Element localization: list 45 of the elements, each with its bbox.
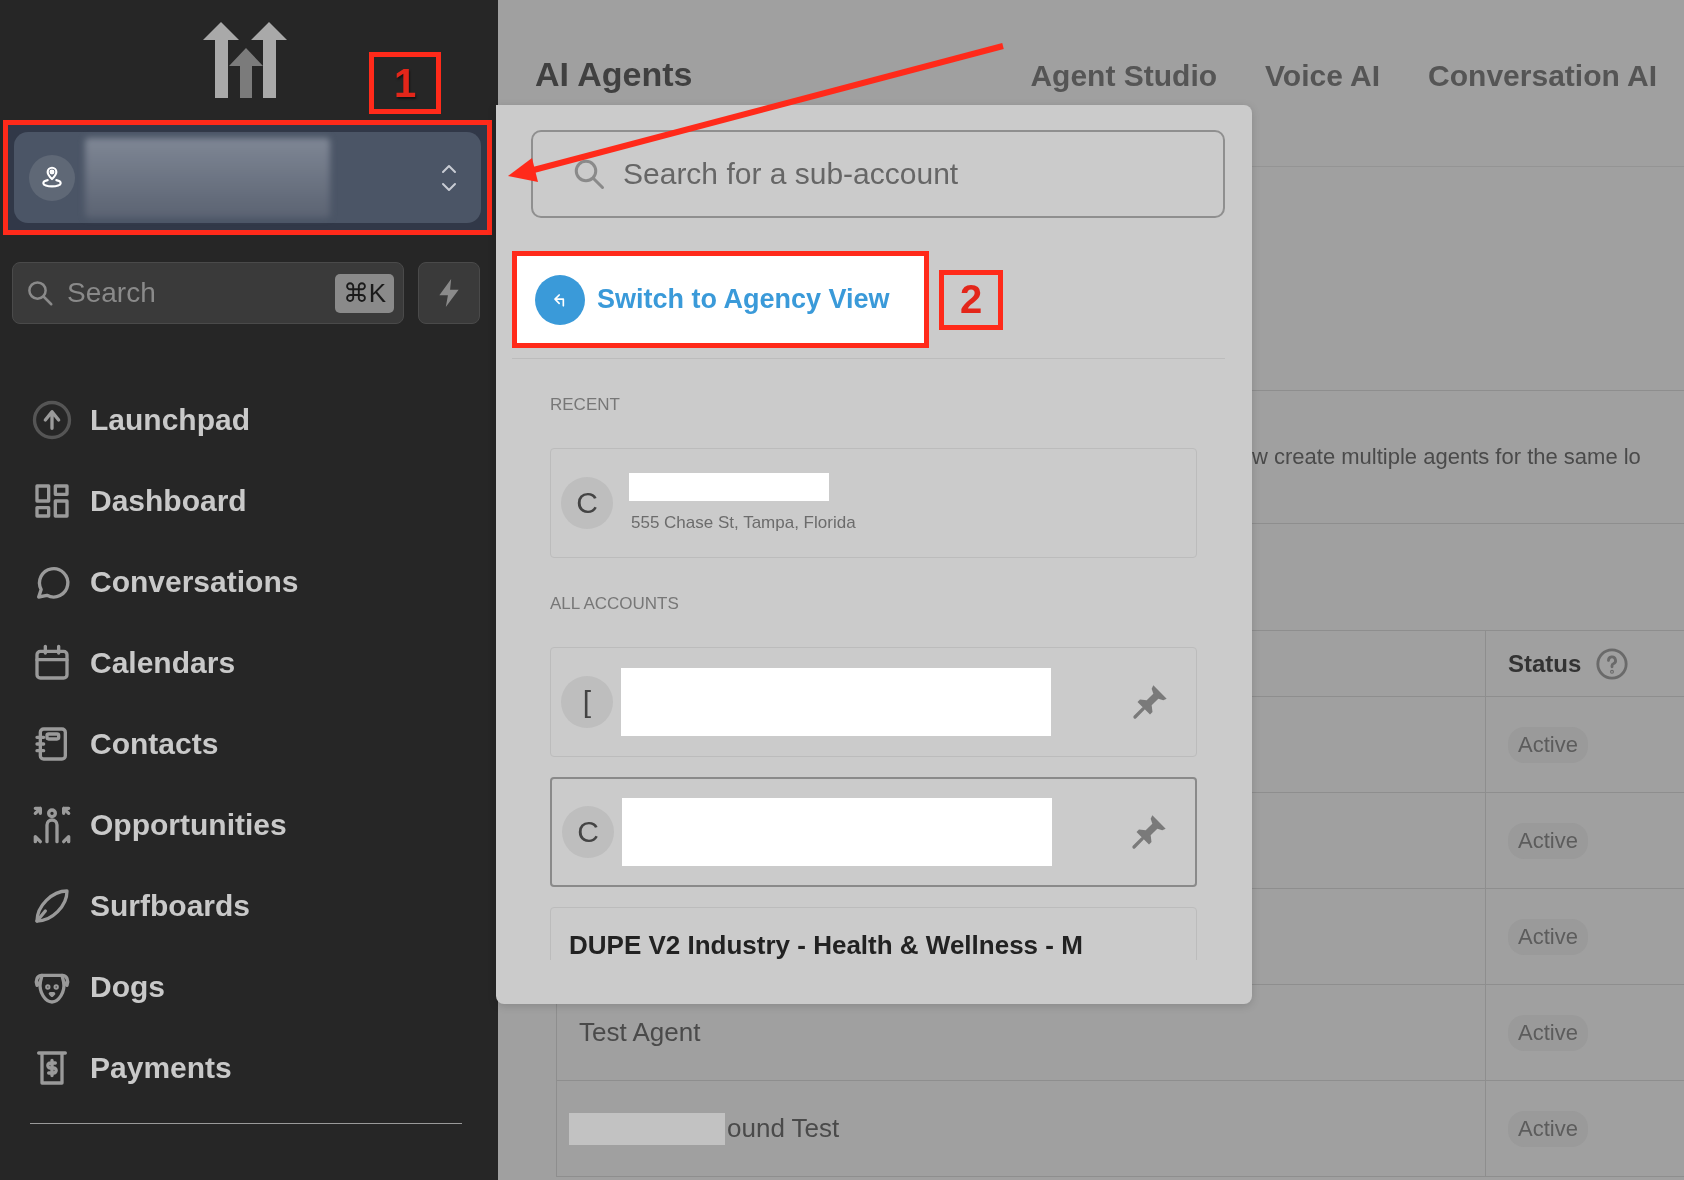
- status-badge: Active: [1508, 1014, 1588, 1051]
- column-header: Status: [1508, 649, 1582, 678]
- section-label: ALL ACCOUNTS: [550, 594, 680, 614]
- page-title: AI Agents: [535, 56, 693, 92]
- annotation-number: 1: [369, 52, 441, 114]
- account-card[interactable]: C 555 Chase St, Tampa, Florida: [550, 448, 1197, 558]
- quick-action-button[interactable]: [418, 262, 480, 324]
- sidebar-item[interactable]: Conversations: [0, 541, 498, 622]
- shortcut-badge: ⌘K: [334, 273, 394, 313]
- annotation-number: 2: [939, 269, 1003, 330]
- logo-icon: [203, 22, 287, 98]
- search-input[interactable]: Search: [65, 276, 325, 310]
- arrow-up-circle-icon: [32, 399, 72, 440]
- search-input[interactable]: Search for a sub-account: [621, 156, 1203, 192]
- account-name: DUPE V2 Industry - Health & Wellness - M: [569, 930, 1084, 960]
- sidebar-item[interactable]: Launchpad: [0, 379, 498, 460]
- sidebar-item[interactable]: Dogs: [0, 946, 498, 1027]
- sidebar-item[interactable]: Dashboard: [0, 460, 498, 541]
- sidebar-item[interactable]: Payments: [0, 1027, 498, 1108]
- account-avatar: [: [561, 676, 613, 728]
- pin-icon: [1129, 812, 1169, 852]
- search-icon: [25, 278, 55, 308]
- status-badge: Active: [1508, 1110, 1588, 1147]
- section-label: RECENT: [550, 395, 621, 415]
- calendar-icon: [32, 642, 72, 683]
- account-switcher[interactable]: [14, 132, 481, 223]
- search-field[interactable]: Search for a sub-account: [531, 130, 1225, 218]
- account-card[interactable]: [: [550, 647, 1197, 757]
- account-avatar: C: [562, 806, 614, 858]
- account-card[interactable]: C: [550, 777, 1197, 887]
- account-address: 555 Chase St, Tampa, Florida: [631, 513, 857, 533]
- sidebar-item[interactable]: Surfboards: [0, 865, 498, 946]
- sidebar-item[interactable]: Contacts: [0, 703, 498, 784]
- status-badge: Active: [1508, 822, 1588, 859]
- person-arrows-icon: [32, 804, 72, 845]
- help-icon: [1595, 646, 1630, 681]
- sidebar-item[interactable]: Calendars: [0, 622, 498, 703]
- status-badge: Active: [1508, 726, 1588, 763]
- account-card[interactable]: DUPE V2 Industry - Health & Wellness - M: [550, 907, 1197, 960]
- sidebar-item[interactable]: Opportunities: [0, 784, 498, 865]
- search-field[interactable]: Search ⌘K: [12, 262, 404, 324]
- account-avatar: C: [561, 477, 613, 529]
- status-badge: Active: [1508, 918, 1588, 955]
- pin-icon: [1130, 682, 1170, 722]
- description-text: w create multiple agents for the same lo: [1252, 444, 1641, 470]
